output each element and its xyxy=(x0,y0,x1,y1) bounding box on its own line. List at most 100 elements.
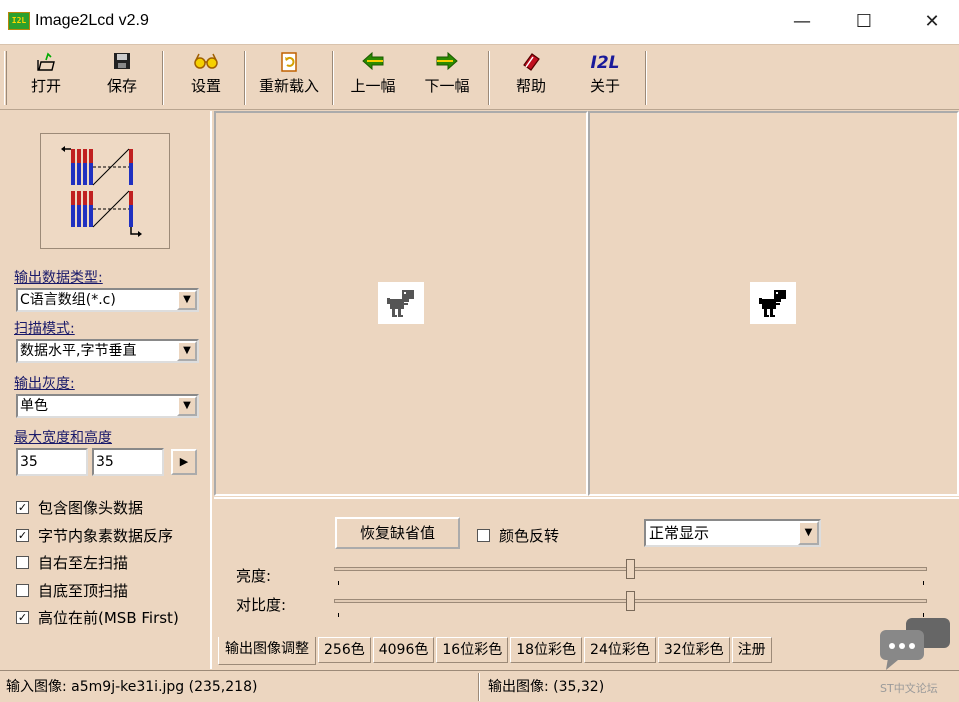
maximize-button[interactable]: ☐ xyxy=(844,8,884,36)
checkbox-box[interactable]: ✓ xyxy=(16,501,29,514)
output-type-value: C语言数组(*.c) xyxy=(20,292,116,308)
gray-select[interactable]: 单色 ▼ xyxy=(16,394,199,418)
help-button[interactable]: 帮助 xyxy=(506,51,556,105)
output-image-preview xyxy=(750,282,796,324)
title-bar: I2L Image2Lcd v2.9 — ☐ ✕ xyxy=(0,0,959,44)
invert-color-label: 颜色反转 xyxy=(499,527,560,545)
settings-button[interactable]: 设置 xyxy=(180,51,232,105)
tab-18bit-color[interactable]: 18位彩色 xyxy=(510,637,583,663)
tab-register[interactable]: 注册 xyxy=(731,637,772,663)
tab-4096-color[interactable]: 4096色 xyxy=(372,637,435,663)
watermark-text: ST中文论坛 xyxy=(880,682,938,695)
input-image-preview xyxy=(378,282,424,324)
next-image-button[interactable]: 下一幅 xyxy=(418,51,476,105)
brightness-label: 亮度: xyxy=(236,567,272,585)
image-adjust-panel: 恢复缺省值 颜色反转 正常显示 ▼ 亮度: 对比度: xyxy=(214,497,959,638)
save-label: 保存 xyxy=(106,77,137,95)
glasses-icon xyxy=(180,51,232,75)
checkbox-box[interactable] xyxy=(477,529,490,542)
chevron-down-icon[interactable]: ▼ xyxy=(177,341,197,361)
input-image-pane xyxy=(214,111,588,496)
help-book-icon xyxy=(506,51,556,75)
scan-mode-label: 扫描模式: xyxy=(14,321,75,337)
apply-size-button[interactable]: ▶ xyxy=(171,449,197,475)
chevron-down-icon[interactable]: ▼ xyxy=(177,290,197,310)
display-mode-value: 正常显示 xyxy=(649,524,710,542)
toolbar-separator xyxy=(244,51,246,105)
open-button[interactable]: 打开 xyxy=(20,51,72,105)
watermark-logo: ST中文论坛 xyxy=(878,618,954,698)
settings-panel: 输出数据类型: C语言数组(*.c) ▼ 扫描模式: 数据水平,字节垂直 ▼ 输… xyxy=(0,111,212,669)
display-mode-select[interactable]: 正常显示 ▼ xyxy=(644,519,821,547)
invert-color-checkbox[interactable]: 颜色反转 xyxy=(477,525,559,546)
checkbox-box[interactable] xyxy=(16,556,29,569)
close-button[interactable]: ✕ xyxy=(912,8,952,36)
color-mode-tabs: 输出图像调整 256色 4096色 16位彩色 18位彩色 24位彩色 32位彩… xyxy=(218,637,774,665)
contrast-slider-thumb[interactable] xyxy=(626,591,635,611)
right-to-left-checkbox[interactable]: 自右至左扫描 xyxy=(16,552,128,573)
reload-label: 重新载入 xyxy=(258,77,319,95)
toolbar-separator xyxy=(332,51,334,105)
triangle-right-icon: ▶ xyxy=(179,455,189,468)
status-separator xyxy=(478,673,480,701)
previous-image-button[interactable]: 上一幅 xyxy=(344,51,402,105)
scan-mode-diagram xyxy=(40,133,170,249)
app-icon: I2L xyxy=(8,12,30,30)
arrow-left-icon xyxy=(344,51,402,75)
next-image-label: 下一幅 xyxy=(424,77,470,95)
max-width-input[interactable]: 35 xyxy=(16,448,88,476)
bottom-to-top-checkbox[interactable]: 自底至顶扫描 xyxy=(16,580,128,601)
output-type-label: 输出数据类型: xyxy=(14,270,103,286)
reload-document-icon xyxy=(254,51,324,75)
scan-mode-select[interactable]: 数据水平,字节垂直 ▼ xyxy=(16,339,199,363)
checkbox-label: 包含图像头数据 xyxy=(38,499,144,517)
reload-button[interactable]: 重新载入 xyxy=(254,51,324,105)
tab-24bit-color[interactable]: 24位彩色 xyxy=(584,637,656,663)
toolbar-separator xyxy=(162,51,164,105)
output-type-select[interactable]: C语言数组(*.c) ▼ xyxy=(16,288,199,312)
slider-tick xyxy=(338,581,339,585)
brightness-slider-thumb[interactable] xyxy=(626,559,635,579)
slider-tick xyxy=(338,613,339,617)
tab-256-color[interactable]: 256色 xyxy=(318,637,371,663)
output-image-status: 输出图像: (35,32) xyxy=(488,679,605,695)
open-label: 打开 xyxy=(30,77,61,95)
arrow-right-icon xyxy=(418,51,476,75)
minimize-button[interactable]: — xyxy=(782,8,822,36)
floppy-disk-icon xyxy=(96,51,148,75)
gray-value: 单色 xyxy=(20,398,48,414)
checkbox-label: 字节内象素数据反序 xyxy=(38,527,174,545)
open-folder-icon xyxy=(20,51,72,75)
i2l-logo-icon: I2L xyxy=(590,53,620,73)
window-title: Image2Lcd v2.9 xyxy=(35,12,149,29)
help-label: 帮助 xyxy=(515,77,546,95)
checkbox-box[interactable] xyxy=(16,584,29,597)
chevron-down-icon[interactable]: ▼ xyxy=(177,396,197,416)
checkbox-label: 自底至顶扫描 xyxy=(38,582,129,600)
about-button[interactable]: I2L 关于 xyxy=(580,51,630,105)
restore-defaults-button[interactable]: 恢复缺省值 xyxy=(335,517,460,549)
settings-label: 设置 xyxy=(190,77,221,95)
msb-first-checkbox[interactable]: ✓ 高位在前(MSB First) xyxy=(16,607,179,628)
input-image-status: 输入图像: a5m9j-ke31i.jpg (235,218) xyxy=(6,679,258,695)
previous-image-label: 上一幅 xyxy=(350,77,396,95)
toolbar: 打开 保存 设置 重新载入 上一幅 下一幅 帮助 I2L 关于 xyxy=(0,44,959,110)
gray-label: 输出灰度: xyxy=(14,376,75,392)
checkbox-box[interactable]: ✓ xyxy=(16,611,29,624)
tab-output-adjust[interactable]: 输出图像调整 xyxy=(218,637,316,665)
chevron-down-icon[interactable]: ▼ xyxy=(798,521,819,545)
toolbar-grip[interactable] xyxy=(4,51,7,105)
tab-16bit-color[interactable]: 16位彩色 xyxy=(436,637,509,663)
slider-tick xyxy=(923,581,924,585)
reverse-pixels-checkbox[interactable]: ✓ 字节内象素数据反序 xyxy=(16,525,173,546)
header-data-checkbox[interactable]: ✓ 包含图像头数据 xyxy=(16,497,143,518)
status-bar: 输入图像: a5m9j-ke31i.jpg (235,218) 输出图像: (3… xyxy=(0,670,959,702)
max-height-input[interactable]: 35 xyxy=(92,448,164,476)
save-button[interactable]: 保存 xyxy=(96,51,148,105)
toolbar-separator xyxy=(488,51,490,105)
size-label: 最大宽度和高度 xyxy=(14,430,112,446)
output-image-pane xyxy=(588,111,959,496)
tab-32bit-color[interactable]: 32位彩色 xyxy=(657,637,730,663)
slider-tick xyxy=(923,613,924,617)
checkbox-box[interactable]: ✓ xyxy=(16,529,29,542)
